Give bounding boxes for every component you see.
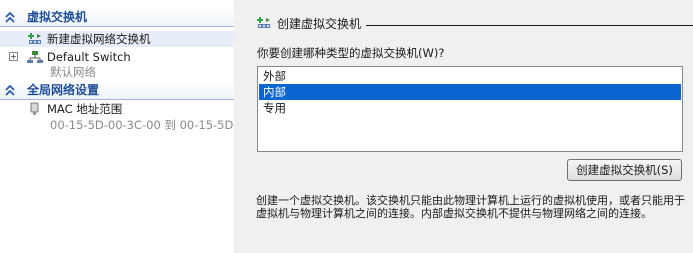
section-header-global-network-settings[interactable]: 全局网络设置 (0, 82, 234, 100)
switch-type-prompt: 你要创建哪种类型的虚拟交换机(W)? (257, 46, 445, 60)
sidebar-item-label: MAC 地址范围 (47, 102, 123, 116)
section-title: 全局网络设置 (27, 83, 100, 97)
switch-type-option-external[interactable]: 外部 (259, 68, 681, 84)
section-header-virtual-switches[interactable]: 虚拟交换机 (0, 9, 234, 27)
network-switch-icon (27, 50, 43, 64)
new-switch-icon (256, 16, 272, 30)
detail-pane: 创建虚拟交换机 你要创建哪种类型的虚拟交换机(W)? 外部 内部 专用 创建虚拟… (240, 0, 693, 253)
sidebar-item-sublabel: 00-15-5D-00-3C-00 到 00-15-5D-0... (0, 117, 256, 133)
sidebar-item-sublabel: 默认网络 (0, 64, 234, 80)
create-virtual-switch-button[interactable]: 创建虚拟交换机(S) (567, 159, 682, 181)
page-title: 创建虚拟交换机 (277, 17, 362, 31)
sidebar-item-default-switch[interactable]: + Default Switch (0, 49, 234, 65)
new-switch-icon (27, 32, 43, 46)
sidebar-item-label: Default Switch (47, 50, 131, 64)
double-chevron-up-icon[interactable] (4, 10, 16, 24)
sidebar-item-label: 新建虚拟网络交换机 (47, 32, 151, 46)
double-chevron-up-icon[interactable] (4, 83, 16, 97)
default-switch-network-type: 默认网络 (50, 65, 96, 79)
switch-type-description: 创建一个虚拟交换机。该交换机只能由此物理计算机上运行的虚拟机使用，或者只能用于虚… (256, 194, 685, 220)
section-title: 虚拟交换机 (27, 10, 88, 24)
expand-icon[interactable]: + (9, 52, 18, 61)
switch-type-list[interactable]: 外部 内部 专用 (257, 66, 683, 152)
mac-address-range-value: 00-15-5D-00-3C-00 到 00-15-5D-0... (50, 118, 256, 132)
switch-type-option-internal[interactable]: 内部 (259, 84, 681, 100)
sidebar-item-mac-address-range[interactable]: MAC 地址范围 (0, 101, 234, 117)
navigation-pane: 虚拟交换机 新建虚拟网络交换机 + Default Switch 默认网络 全局… (0, 0, 256, 253)
switch-type-option-private[interactable]: 专用 (259, 100, 681, 116)
mac-address-icon (27, 102, 43, 116)
sidebar-item-new-virtual-switch[interactable]: 新建虚拟网络交换机 (0, 31, 234, 47)
header-divider (366, 25, 693, 26)
